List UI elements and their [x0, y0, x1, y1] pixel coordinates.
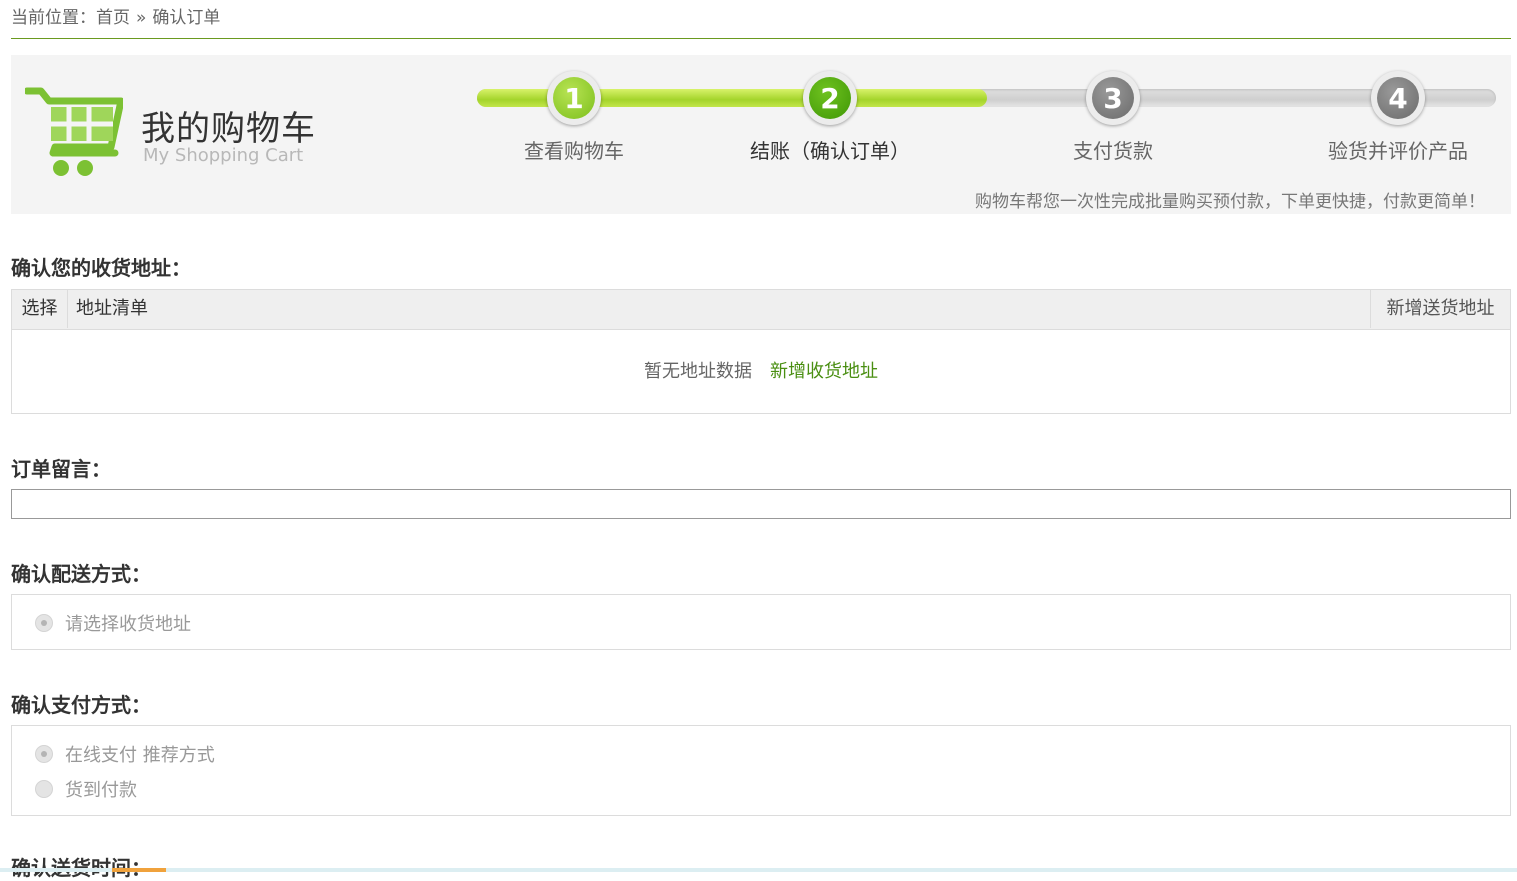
- cart-subtitle: My Shopping Cart: [143, 145, 304, 166]
- cart-progress-banner: 我的购物车 My Shopping Cart 1 查看购物车 2 结账（确认订单…: [11, 55, 1511, 214]
- delivery-section-title: 确认配送方式：: [11, 562, 151, 586]
- delivery-options-box: 请选择收货地址: [11, 594, 1511, 650]
- cart-title: 我的购物车: [141, 109, 316, 149]
- step-2-number: 2: [809, 77, 851, 119]
- breadcrumb: 当前位置：首页 » 确认订单: [11, 0, 1511, 39]
- step-2-indicator: 2: [803, 71, 857, 125]
- address-table-header: 选择 地址清单 新增送货地址: [12, 290, 1510, 330]
- add-address-link[interactable]: 新增收货地址: [770, 361, 878, 382]
- step-4-number: 4: [1377, 77, 1419, 119]
- add-delivery-address-header[interactable]: 新增送货地址: [1370, 290, 1510, 328]
- breadcrumb-home-link[interactable]: 首页: [96, 8, 130, 28]
- payment-section-title: 确认支付方式：: [11, 693, 151, 717]
- address-col-select: 选择: [12, 290, 68, 328]
- payment-cod-label: 货到付款: [65, 780, 137, 801]
- payment-online-radio[interactable]: [35, 745, 53, 763]
- address-empty-row: 暂无地址数据 新增收货地址: [12, 330, 1510, 414]
- payment-option-online[interactable]: 在线支付 推荐方式: [35, 741, 215, 767]
- address-empty-text: 暂无地址数据: [644, 361, 752, 382]
- address-col-list: 地址清单: [76, 298, 148, 319]
- shopping-cart-icon: [25, 87, 123, 176]
- delivery-time-section-title: 确认送货时间：: [11, 852, 151, 881]
- payment-cod-radio[interactable]: [35, 780, 53, 798]
- step-2-label: 结账（确认订单）: [750, 139, 910, 163]
- order-remark-input[interactable]: [11, 489, 1511, 519]
- address-table: 选择 地址清单 新增送货地址 暂无地址数据 新增收货地址: [11, 289, 1511, 414]
- step-4-label: 验货并评价产品: [1328, 139, 1468, 163]
- breadcrumb-current: 确认订单: [152, 8, 221, 28]
- step-1-label: 查看购物车: [524, 139, 624, 163]
- page-content: 当前位置：首页 » 确认订单 我的购物车 My Shopping Cart 1 查看…: [11, 0, 1511, 880]
- banner-note: 购物车帮您一次性完成批量购买预付款，下单更快捷，付款更简单！: [975, 192, 1485, 212]
- bottom-strip-accent: [112, 868, 166, 872]
- payment-online-label: 在线支付 推荐方式: [65, 745, 215, 766]
- step-4-indicator: 4: [1371, 71, 1425, 125]
- address-section-title: 确认您的收货地址：: [11, 256, 191, 280]
- delivery-option[interactable]: 请选择收货地址: [35, 610, 191, 636]
- remark-section-title: 订单留言：: [11, 457, 111, 481]
- delivery-option-label: 请选择收货地址: [65, 614, 191, 635]
- breadcrumb-separator: »: [136, 8, 147, 28]
- step-1-indicator: 1: [547, 71, 601, 125]
- step-3-number: 3: [1092, 77, 1134, 119]
- checkout-progress-bar: [477, 89, 1496, 107]
- page-bottom-strip: [0, 868, 1517, 872]
- payment-option-cod[interactable]: 货到付款: [35, 776, 137, 802]
- breadcrumb-prefix: 当前位置：: [11, 8, 96, 28]
- step-3-indicator: 3: [1086, 71, 1140, 125]
- delivery-radio[interactable]: [35, 614, 53, 632]
- step-1-number: 1: [553, 77, 595, 119]
- payment-options-box: 在线支付 推荐方式 货到付款: [11, 725, 1511, 816]
- step-3-label: 支付货款: [1073, 139, 1153, 163]
